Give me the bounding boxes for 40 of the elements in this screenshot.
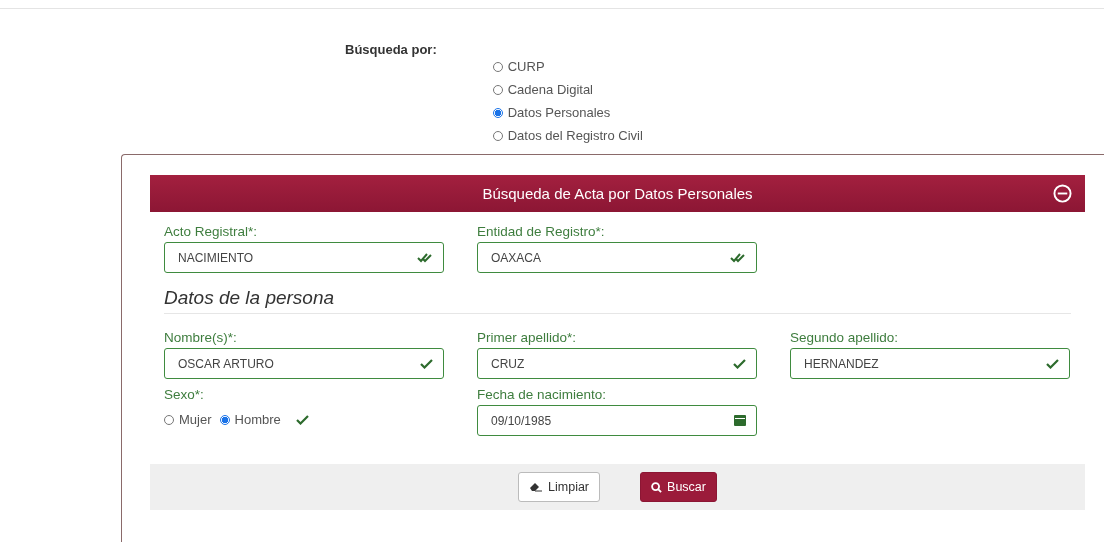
check-icon [733, 358, 746, 369]
search-button[interactable]: Buscar [640, 472, 717, 502]
check-icon [420, 358, 433, 369]
radio-option[interactable]: CURP [492, 58, 643, 75]
radio-option[interactable]: Datos del Registro Civil [492, 127, 643, 144]
radio-option[interactable]: Cadena Digital [492, 81, 643, 98]
calendar-icon[interactable] [734, 415, 746, 426]
field-label: Entidad de Registro*: [477, 224, 606, 239]
double-check-icon [730, 252, 746, 263]
clear-button[interactable]: Limpiar [518, 472, 601, 502]
eraser-icon [529, 482, 544, 492]
radio-button[interactable] [492, 84, 503, 95]
field-label: Primer apellido*: [477, 330, 578, 345]
radio-button[interactable] [219, 414, 230, 425]
search-icon [651, 481, 663, 493]
radio-option[interactable]: Hombre [219, 411, 281, 428]
radio-option[interactable]: Datos Personales [492, 104, 643, 121]
collapse-icon[interactable] [1053, 184, 1072, 203]
input-field[interactable]: OAXACA [477, 242, 757, 273]
field-label: Segundo apellido: [790, 330, 900, 345]
input-field[interactable]: CRUZ [477, 348, 757, 379]
search-by-label: Búsqueda por: [345, 42, 437, 59]
radio-option[interactable]: Mujer [164, 411, 212, 428]
panel-title: Búsqueda de Acta por Datos Personales [482, 185, 753, 202]
radio-button[interactable] [164, 414, 174, 425]
field-label: Acto Registral*: [164, 224, 259, 239]
input-field[interactable]: 09/10/1985 [477, 405, 757, 436]
double-check-icon [417, 252, 433, 263]
input-field[interactable]: HERNANDEZ [790, 348, 1070, 379]
radio-button[interactable] [492, 130, 503, 141]
radio-button[interactable] [492, 107, 503, 118]
input-field[interactable]: OSCAR ARTURO [164, 348, 444, 379]
check-icon [296, 415, 309, 425]
field-label: Nombre(s)*: [164, 330, 238, 345]
section-title: Datos de la persona [164, 287, 335, 308]
field-label: Sexo*: [164, 387, 205, 402]
radio-button[interactable] [492, 61, 503, 72]
input-field[interactable]: NACIMIENTO [164, 242, 444, 273]
check-icon [1046, 358, 1059, 369]
field-label: Fecha de nacimiento: [477, 387, 608, 402]
